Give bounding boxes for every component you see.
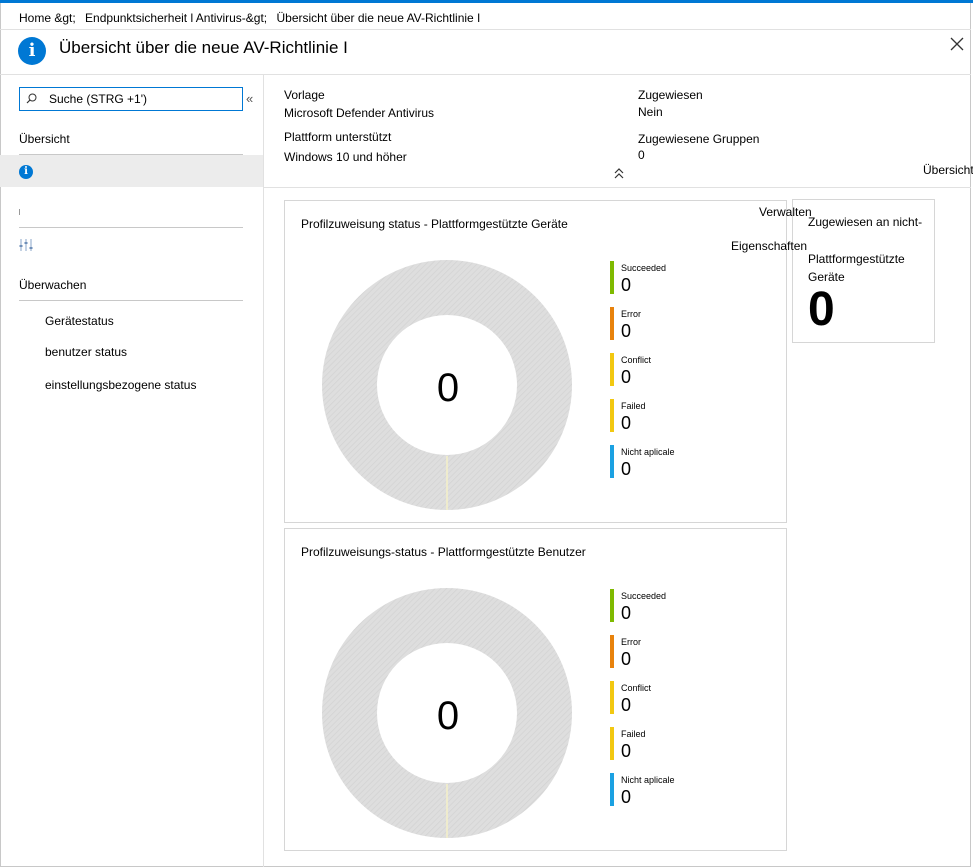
search-icon [26,93,37,104]
legend-error[interactable]: Error 0 [610,307,690,341]
sidebar-item-user-status[interactable]: benutzer status [45,345,127,359]
breadcrumb-antivirus[interactable]: Endpunktsicherheit l Antivirus-&gt; [85,11,267,25]
search-placeholder: Suche (STRG +1') [49,92,147,106]
sidebar-item-setting-status[interactable]: einstellungsbezogene status [45,378,196,392]
groups-label: Zugewiesene Gruppen [638,132,760,146]
manage-link[interactable]: Verwalten [759,205,812,219]
card-title: Profilzuweisungs-status - Plattformgestü… [301,545,586,559]
legend-conflict[interactable]: Conflict 0 [610,353,690,387]
breadcrumb: Home &gt; Endpunktsicherheit l Antivirus… [19,11,486,25]
chevron-up-icon[interactable] [613,167,625,181]
properties-icon[interactable] [19,238,33,252]
tile-label-line: Zugewiesen an nicht- [808,215,923,229]
template-value: Microsoft Defender Antivirus [284,106,435,120]
assigned-value: Nein [638,105,663,119]
page-title: Übersicht über die neue AV-Richtlinie I [59,38,348,57]
sidebar-item-device-status[interactable]: Gerätestatus [45,314,114,328]
legend-error[interactable]: Error 0 [610,635,690,669]
sidebar: Suche (STRG +1') « Übersicht i Überwache… [0,75,264,867]
overview-label-truncated: Übersicht [923,163,973,177]
legend-succeeded[interactable]: Succeeded 0 [610,261,690,295]
user-status-card: Profilzuweisungs-status - Plattformgestü… [284,528,787,851]
sidebar-item-manage[interactable] [19,209,20,215]
legend-not-applicable[interactable]: Nicht aplicale 0 [610,445,690,479]
breadcrumb-current: Übersicht über die neue AV-Richtlinie I [276,11,481,25]
donut-center-value: 0 [436,694,460,738]
divider [264,187,971,188]
platform-value: Windows 10 und höher [284,150,407,164]
collapse-sidebar-button[interactable]: « [246,91,253,106]
legend-conflict[interactable]: Conflict 0 [610,681,690,715]
close-icon [950,37,964,51]
platform-label: Plattform unterstützt [284,130,392,144]
tile-value: 0 [808,283,835,336]
section-monitor: Überwachen [19,278,87,292]
groups-value: 0 [638,148,645,162]
legend-failed[interactable]: Failed 0 [610,399,690,433]
close-button[interactable] [947,35,967,55]
device-status-card: Profilzuweisung status - Plattformgestüt… [284,200,787,523]
divider [19,227,243,228]
legend-succeeded[interactable]: Succeeded 0 [610,589,690,623]
legend-failed[interactable]: Failed 0 [610,727,690,761]
card-title: Profilzuweisung status - Plattformgestüt… [301,217,568,231]
unsupported-devices-tile[interactable]: Zugewiesen an nicht- Plattformgestützte … [792,199,935,343]
tile-label-line: Plattformgestützte [808,252,905,266]
divider [19,300,243,301]
assigned-label: Zugewiesen [638,88,703,102]
sidebar-item-overview[interactable] [0,155,263,187]
properties-link[interactable]: Eigenschaften [731,239,807,253]
legend-not-applicable[interactable]: Nicht aplicale 0 [610,773,690,807]
info-icon: i [19,165,33,179]
template-label: Vorlage [284,88,325,102]
search-input[interactable]: Suche (STRG +1') [19,87,243,111]
breadcrumb-home[interactable]: Home &gt; [19,11,76,25]
donut-center-value: 0 [436,366,460,410]
section-overview: Übersicht [19,132,70,146]
info-icon: i [18,37,46,65]
